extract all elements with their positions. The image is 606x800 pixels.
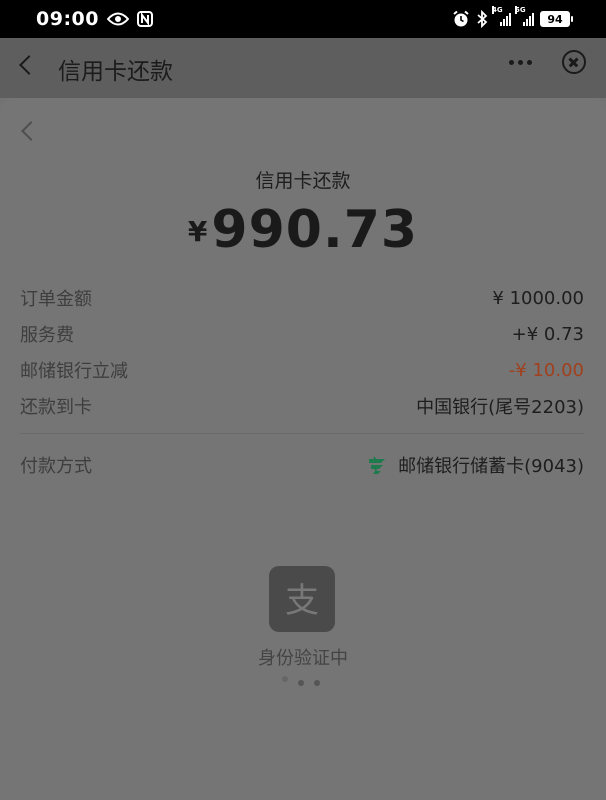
nfc-icon (136, 11, 153, 27)
detail-label: 还款到卡 (20, 397, 92, 418)
detail-row-service-fee: 服务费 +¥ 0.73 (20, 316, 584, 352)
payment-amount: ¥990.73 (0, 200, 606, 260)
battery-indicator: 94 (540, 11, 573, 27)
divider (20, 433, 584, 434)
amount-value: 990.73 (211, 200, 419, 260)
alipay-logo-icon: 支 (269, 566, 335, 632)
detail-label: 邮储银行立减 (20, 361, 128, 382)
svg-text:支: 支 (285, 581, 319, 621)
detail-label: 订单金额 (20, 289, 92, 310)
detail-row-target-card: 还款到卡 中国银行(尾号2203) (20, 388, 584, 424)
alipay-glyph-icon: 支 (285, 581, 319, 621)
status-time: 09:00 (36, 8, 99, 30)
order-details: 订单金额 ¥ 1000.00 服务费 +¥ 0.73 邮储银行立减 -¥ 10.… (20, 280, 584, 424)
payment-method-row[interactable]: 付款方式 邮储银行储蓄卡(9043) (20, 448, 584, 482)
discount-value: -¥ 10.00 (508, 359, 584, 381)
sheet-title: 信用卡还款 (255, 170, 351, 192)
detail-row-discount: 邮储银行立减 -¥ 10.00 (20, 352, 584, 388)
sheet-back-icon[interactable] (21, 121, 41, 141)
back-icon[interactable] (19, 55, 39, 75)
currency-symbol: ¥ (187, 215, 208, 248)
detail-value: ¥ 1000.00 (492, 287, 584, 309)
close-icon[interactable] (562, 50, 586, 74)
detail-label: 服务费 (20, 325, 74, 346)
status-right-icons: 4G 5G 94 (452, 6, 573, 28)
payment-method-label: 付款方式 (20, 456, 92, 477)
more-icon[interactable] (509, 59, 532, 65)
payment-method-selector[interactable]: 邮储银行储蓄卡(9043) (366, 452, 584, 478)
status-bar: 09:00 4G 5G 94 (0, 0, 606, 38)
verification-status: 身份验证中 (258, 648, 348, 669)
detail-value: 中国银行(尾号2203) (416, 397, 584, 418)
battery-level: 94 (547, 12, 563, 26)
eye-icon (106, 12, 129, 26)
bluetooth-icon (477, 10, 488, 28)
detail-row-order-amount: 订单金额 ¥ 1000.00 (20, 280, 584, 316)
status-left-icons (106, 11, 153, 27)
page-title: 信用卡还款 (58, 59, 173, 85)
app-header: 信用卡还款 (0, 38, 606, 98)
payment-sheet: 信用卡还款 ¥990.73 订单金额 ¥ 1000.00 服务费 +¥ 0.73… (0, 98, 606, 800)
payment-method-name: 邮储银行储蓄卡(9043) (398, 456, 584, 477)
mini-program-capsule (509, 50, 586, 74)
alarm-icon (453, 10, 469, 27)
signal-4g-icon: 4G (492, 6, 511, 26)
loading-dots-icon (282, 676, 320, 686)
postal-bank-logo-icon (369, 456, 386, 474)
signal-5g-icon: 5G (515, 6, 534, 26)
detail-value: +¥ 0.73 (511, 323, 584, 345)
